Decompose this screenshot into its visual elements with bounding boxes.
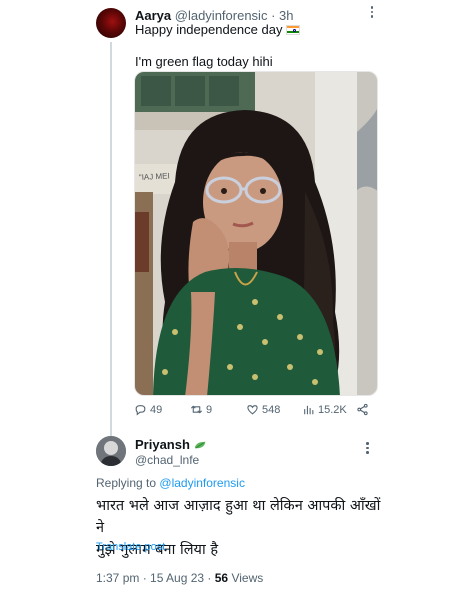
share-button[interactable]	[356, 403, 369, 416]
tweet-photo[interactable]: "IAJ MEI	[134, 71, 378, 396]
more-options-button[interactable]	[366, 6, 378, 18]
tweet-text: Happy independence day	[135, 22, 283, 37]
share-icon	[357, 403, 368, 416]
views-button[interactable]: 15.2K	[302, 403, 347, 416]
reply-count: 49	[150, 403, 163, 416]
tweet-text-line-2: I'm green flag today hihi	[135, 54, 273, 69]
thread-connector-line	[110, 42, 112, 436]
author-handle[interactable]: @ladyinforensic	[175, 8, 268, 23]
reply-author-handle[interactable]: @chad_lnfe	[135, 453, 199, 467]
reply-author-row: Priyansh	[135, 437, 207, 452]
tweet-header: Aarya @ladyinforensic · 3h	[135, 8, 294, 23]
timestamp[interactable]: 3h	[279, 8, 293, 23]
replying-to: Replying to @ladyinforensic	[96, 476, 245, 490]
reply-timestamp[interactable]: 1:37 pm · 15 Aug 23 ·	[96, 571, 211, 585]
replying-mention-link[interactable]: @ladyinforensic	[159, 476, 245, 490]
more-icon	[366, 6, 378, 18]
replying-prefix: Replying to	[96, 476, 157, 490]
translate-post-link[interactable]: Translate post	[96, 541, 165, 553]
reply-author-name[interactable]: Priyansh	[135, 437, 190, 452]
views-count: 15.2K	[318, 403, 347, 416]
reply-icon	[135, 405, 146, 416]
tweet-action-bar: 49 9 548 15.2K	[134, 403, 374, 421]
tweet-text-line-1: Happy independence day	[135, 22, 301, 37]
portrait-image: "IAJ MEI	[135, 72, 377, 395]
avatar-image	[96, 436, 126, 466]
reply-more-options-button[interactable]	[366, 442, 369, 454]
reply-views-count: 56	[214, 571, 229, 585]
analytics-icon	[304, 405, 314, 415]
svg-text:"IAJ MEI: "IAJ MEI	[139, 171, 170, 182]
reply-avatar[interactable]	[96, 436, 126, 466]
heart-icon	[247, 405, 258, 415]
retweet-button[interactable]: 9	[190, 403, 212, 416]
more-icon	[366, 442, 369, 454]
retweet-icon	[191, 405, 202, 414]
like-button[interactable]: 548	[246, 403, 280, 416]
retweet-count: 9	[206, 403, 213, 416]
leaf-icon	[194, 441, 206, 449]
india-flag-icon	[286, 24, 301, 35]
reply-views-label: Views	[231, 571, 264, 585]
reply-text-line-1: भारत भले आज आज़ाद हुआ था लेकिन आपकी आँखो…	[96, 498, 381, 536]
like-count: 548	[262, 403, 281, 416]
separator: ·	[271, 8, 276, 23]
reply-metadata: 1:37 pm · 15 Aug 23 · 56 Views	[96, 571, 263, 585]
author-name[interactable]: Aarya	[135, 8, 171, 23]
avatar[interactable]	[96, 8, 126, 38]
reply-button[interactable]: 49	[134, 403, 162, 416]
